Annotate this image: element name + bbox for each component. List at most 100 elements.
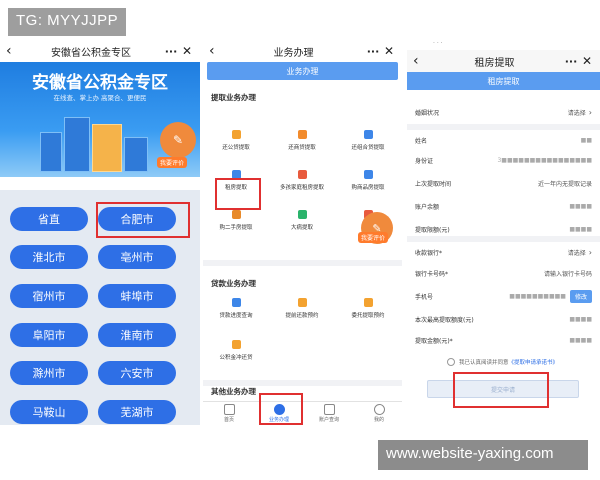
city-button[interactable]: 淮北市 xyxy=(10,245,88,269)
section-title-loan: 贷款业务办理 xyxy=(211,279,256,288)
form-label: 上次提取时间 xyxy=(415,180,452,188)
building-illustration xyxy=(124,137,148,172)
form-label: 提取金额(元)* xyxy=(415,337,453,345)
agree-link[interactable]: 《提取申请承诺书》 xyxy=(509,358,559,366)
service-item[interactable]: 公积金冲还贷 xyxy=(205,340,267,361)
city-button[interactable]: 淮南市 xyxy=(98,323,176,347)
highlight-box xyxy=(215,178,261,210)
screen-business: ‹ 业务办理 ··· ✕ 业务办理 提取业务办理 还公贷提取 还商贷提取 还组合贷提… xyxy=(203,40,402,425)
tab-header: 业务办理 xyxy=(207,62,398,80)
nav-bar: ‹ 安徽省公积金专区 ··· ✕ xyxy=(0,40,200,62)
city-button[interactable]: 滁州市 xyxy=(10,361,88,385)
form-label: 婚姻状况 xyxy=(415,109,440,117)
form-label: 手机号 xyxy=(415,293,434,301)
back-icon[interactable]: ‹ xyxy=(6,43,20,59)
form-label: 姓名 xyxy=(415,137,428,145)
tab-account[interactable]: 账户查询 xyxy=(309,404,349,423)
form-row: 本次最高提取额度(元) ■■■■ xyxy=(407,309,600,329)
more-icon[interactable]: ··· xyxy=(162,45,180,58)
service-icon xyxy=(363,170,373,179)
form-value: 3■■■■■■■■■■■■■■■■ xyxy=(497,156,592,164)
form-value[interactable]: 请输入银行卡号码 xyxy=(544,269,592,278)
form-value: ■■■■ xyxy=(569,336,592,344)
close-icon[interactable]: ✕ xyxy=(382,44,396,58)
nav-title: 安徽省公积金专区 xyxy=(51,47,131,59)
nav-title: 租房提取 xyxy=(474,57,515,69)
evaluate-label[interactable]: 我要评价 xyxy=(157,157,188,168)
service-label: 还组合贷提取 xyxy=(351,145,385,151)
user-icon xyxy=(373,404,385,415)
service-item[interactable]: 购商品房提取 xyxy=(337,170,399,191)
form-label: 收款银行* xyxy=(415,249,443,257)
form-value: ■■■■ xyxy=(569,225,592,233)
service-item[interactable]: 还公贷提取 xyxy=(205,130,267,151)
form-label: 提取限额(元) xyxy=(415,226,450,234)
highlight-box xyxy=(453,372,549,408)
service-item[interactable]: 购二手房提取 xyxy=(205,210,267,231)
agreement: 我已认真阅读并同意 《提取申请承诺书》 xyxy=(447,358,558,366)
form-row: 手机号 ■■■■■■■■■■ 修改 xyxy=(407,286,600,306)
nav-bar: ‹ 业务办理 ··· ✕ xyxy=(203,40,402,62)
service-item[interactable]: 贷款进度查询 xyxy=(205,298,267,319)
service-item[interactable]: 还商贷提取 xyxy=(271,130,333,151)
nav-title: 业务办理 xyxy=(273,47,314,59)
city-button[interactable]: 宿州市 xyxy=(10,284,88,308)
city-button[interactable]: 蚌埠市 xyxy=(98,284,176,308)
service-item[interactable]: 多孩家庭租房提取 xyxy=(271,170,333,191)
service-item[interactable]: 大病提取 xyxy=(271,210,333,231)
watermark-top-left: TG: MYYJJPP xyxy=(8,8,127,36)
agree-checkbox[interactable] xyxy=(447,358,455,366)
form-value: ■■ xyxy=(580,136,592,144)
service-label: 委托提取预约 xyxy=(351,313,385,319)
evaluate-label[interactable]: 我要评价 xyxy=(358,232,389,243)
service-item[interactable]: 提前还款预约 xyxy=(271,298,333,319)
form-value: 请选择 xyxy=(567,249,586,257)
close-icon[interactable]: ✕ xyxy=(180,44,194,58)
banner-title: 安徽省公积金专区 xyxy=(32,73,168,93)
form-value: ■■■■ xyxy=(569,315,592,323)
city-button[interactable]: 亳州市 xyxy=(98,245,176,269)
service-icon xyxy=(297,130,307,139)
form-row[interactable]: 婚姻状况 请选择 › xyxy=(407,102,600,122)
service-label: 贷款进度查询 xyxy=(219,313,253,319)
form-value: ■■■■ xyxy=(569,202,592,210)
service-icon xyxy=(363,130,373,139)
city-button[interactable]: 马鞍山 xyxy=(10,400,88,424)
service-item[interactable]: 委托提取预约 xyxy=(337,298,399,319)
form-value: ■■■■■■■■■■ xyxy=(509,292,566,300)
close-icon[interactable]: ✕ xyxy=(580,54,594,68)
nav-bar: ‹ 租房提取 ··· ✕ xyxy=(407,50,600,72)
form-row: 身份证 3■■■■■■■■■■■■■■■■ xyxy=(407,150,600,170)
tab-home[interactable]: 首页 xyxy=(209,404,249,423)
form-label: 身份证 xyxy=(415,157,434,165)
evaluate-icon[interactable]: ✎ xyxy=(160,122,196,158)
city-button[interactable]: 阜阳市 xyxy=(10,323,88,347)
city-button[interactable]: 芜湖市 xyxy=(98,400,176,424)
service-icon xyxy=(231,340,241,349)
more-icon[interactable]: ··· xyxy=(562,55,580,68)
modify-button[interactable]: 修改 xyxy=(569,289,592,303)
city-button[interactable]: 省直 xyxy=(10,207,88,231)
highlight-box xyxy=(96,202,190,238)
more-icon[interactable]: ··· xyxy=(364,45,382,58)
back-icon[interactable]: ‹ xyxy=(209,43,223,59)
form-row[interactable]: 收款银行* 请选择 › xyxy=(407,242,600,262)
service-label: 公积金冲还贷 xyxy=(219,355,253,361)
service-icon xyxy=(297,210,307,219)
section-title-other: 其他业务办理 xyxy=(211,387,256,396)
service-label: 购二手房提取 xyxy=(219,225,253,231)
service-icon xyxy=(231,130,241,139)
form-row: 上次提取时间 近一年内无提取记录 xyxy=(407,173,600,193)
service-item[interactable]: 还组合贷提取 xyxy=(337,130,399,151)
service-label: 还公贷提取 xyxy=(222,145,250,151)
service-label: 提前还款预约 xyxy=(285,313,319,319)
service-icon xyxy=(363,298,373,307)
agree-text: 我已认真阅读并同意 xyxy=(459,360,509,366)
back-icon[interactable]: ‹ xyxy=(413,53,427,69)
city-button[interactable]: 六安市 xyxy=(98,361,176,385)
service-label: 还商贷提取 xyxy=(288,145,316,151)
form-row: 账户余额 ■■■■ xyxy=(407,196,600,216)
form-row: 姓名 ■■ xyxy=(407,130,600,150)
building-illustration xyxy=(64,117,90,172)
tab-mine[interactable]: 我的 xyxy=(359,404,399,423)
